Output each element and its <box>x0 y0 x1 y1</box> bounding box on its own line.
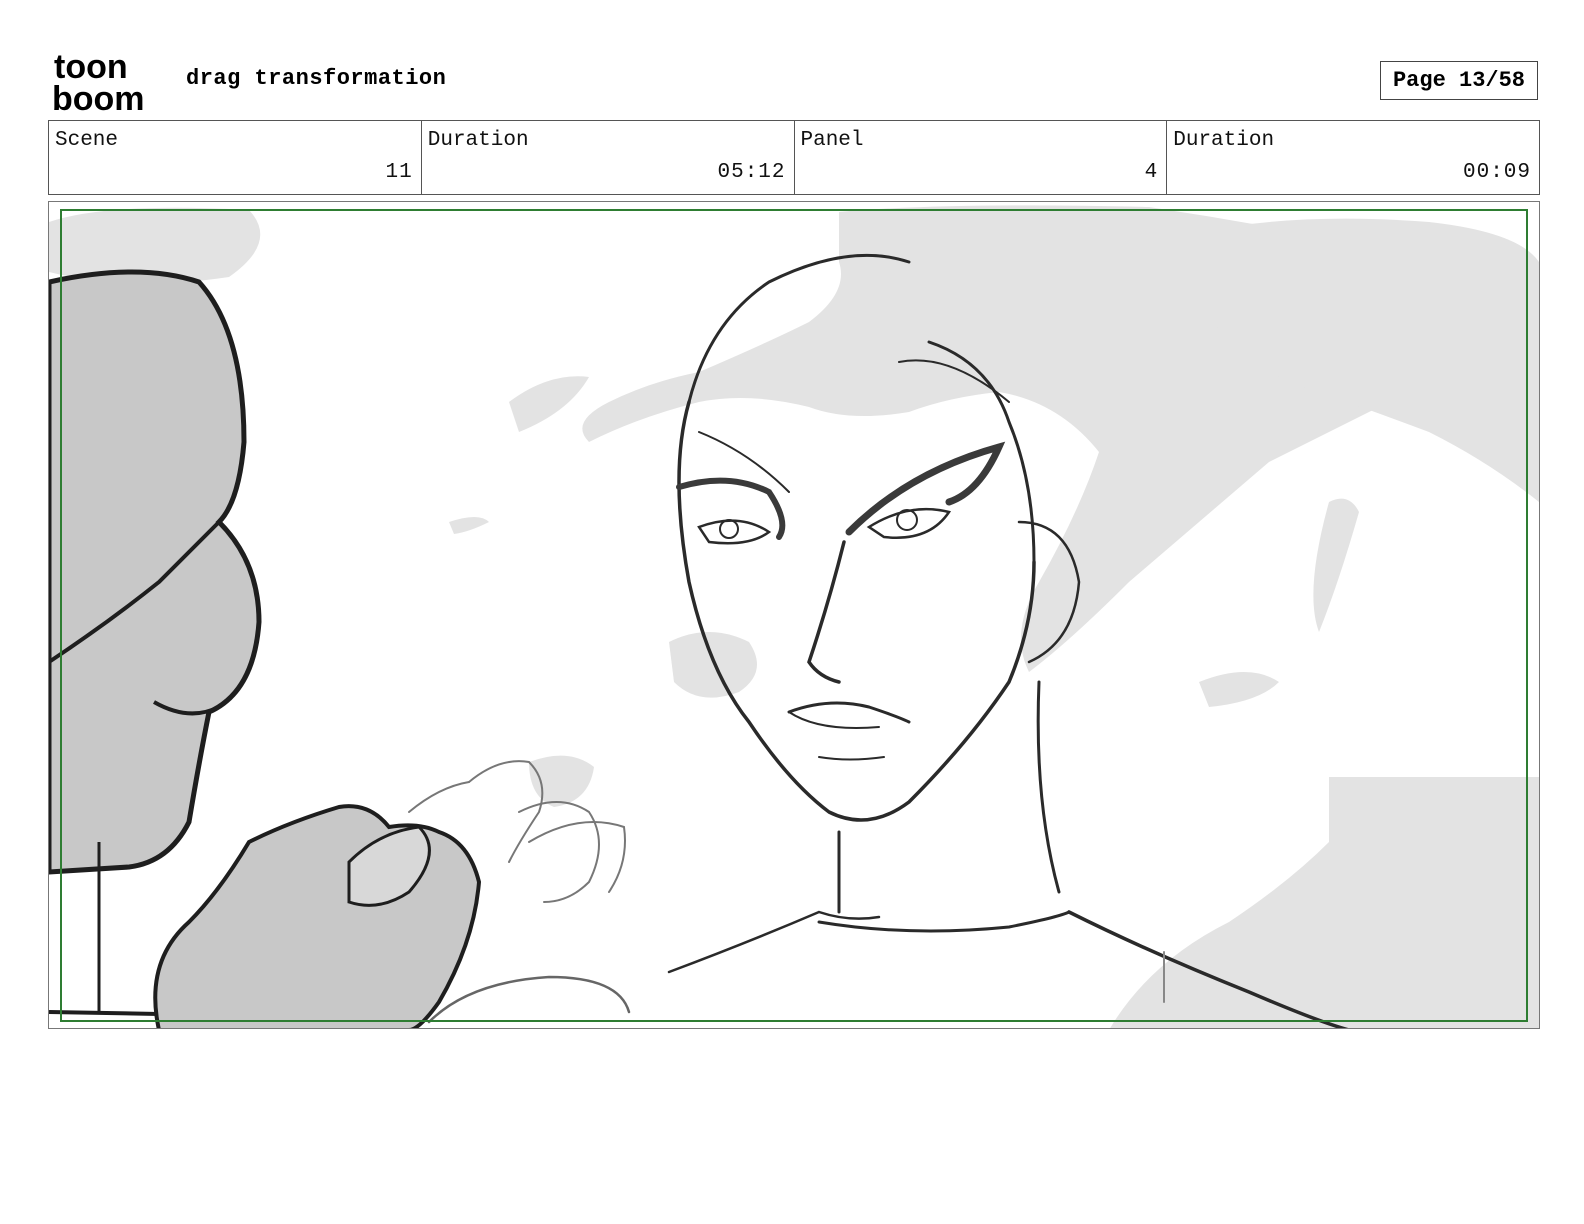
page-indicator: Page 13/58 <box>1380 61 1538 100</box>
panel-sketch <box>49 205 1539 1028</box>
scene-label: Scene <box>55 129 119 152</box>
storyboard-panel <box>48 201 1540 1029</box>
panel-cell: Panel 4 <box>795 121 1168 194</box>
panel-duration-cell: Duration 00:09 <box>1167 121 1539 194</box>
panel-duration-label: Duration <box>1173 129 1275 152</box>
panel-value: 4 <box>1144 161 1159 184</box>
document-title: drag transformation <box>186 66 447 91</box>
foreground-character <box>49 269 482 1028</box>
panel-label: Panel <box>800 129 864 152</box>
scene-duration-value: 05:12 <box>717 161 786 184</box>
toon-boom-logo: toon boom <box>52 50 145 112</box>
scene-info-table: Scene 11 Duration 05:12 Panel 4 Duration… <box>48 120 1540 195</box>
scene-duration-label: Duration <box>427 129 529 152</box>
scene-cell: Scene 11 <box>49 121 422 194</box>
panel-duration-value: 00:09 <box>1462 161 1531 184</box>
logo-text-bottom: boom <box>52 80 145 112</box>
scene-duration-cell: Duration 05:12 <box>422 121 795 194</box>
scene-value: 11 <box>385 161 413 184</box>
